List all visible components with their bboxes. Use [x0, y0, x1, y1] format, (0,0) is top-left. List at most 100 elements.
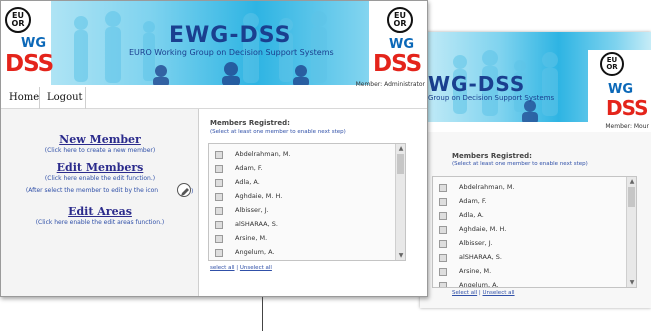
- select-all-link[interactable]: select all: [210, 265, 235, 271]
- unselect-all-link[interactable]: Unselect all: [483, 290, 515, 296]
- member-name: Arsine, M.: [235, 234, 268, 242]
- app-title: WG-DSS: [428, 72, 526, 96]
- logo-dss: DSS: [373, 51, 422, 77]
- nav-logout[interactable]: Logout: [47, 92, 83, 103]
- member-name: Albisser, J.: [459, 239, 493, 247]
- checkbox-icon[interactable]: [439, 184, 447, 192]
- secondary-window: WG-DSS Group on Decision Support Systems…: [420, 32, 651, 308]
- list-item[interactable]: Adla, A.: [209, 176, 395, 191]
- new-member-link[interactable]: New Member: [1, 133, 199, 146]
- logo: EU OR WG DSS: [588, 50, 651, 122]
- list-item[interactable]: Albisser, J.: [209, 204, 395, 219]
- member-name: Abdelrahman, M.: [235, 150, 291, 158]
- edit-members-hint: (Click here enable the edit function.): [44, 175, 156, 182]
- list-item[interactable]: Adla, A.: [433, 209, 619, 224]
- list-item[interactable]: Aghdaie, M. H.: [209, 190, 395, 205]
- list-item[interactable]: Arsine, M.: [433, 265, 619, 280]
- member-name: Adla, A.: [235, 178, 260, 186]
- member-name: alSHARAA, S.: [459, 253, 502, 261]
- member-name: alSHARAA, S.: [235, 220, 278, 228]
- scroll-down-icon[interactable]: ▼: [396, 251, 405, 260]
- checkbox-icon[interactable]: [215, 235, 223, 243]
- nav-home[interactable]: Home: [9, 92, 39, 103]
- list-item[interactable]: Angelum, A.: [209, 246, 395, 260]
- list-hint: (Select at least one member to enable ne…: [210, 129, 346, 135]
- checkbox-icon[interactable]: [439, 198, 447, 206]
- list-item[interactable]: Abdelrahman, M.: [209, 148, 395, 163]
- checkbox-icon[interactable]: [215, 151, 223, 159]
- edit-areas-link[interactable]: Edit Areas: [1, 205, 199, 218]
- new-member-hint: (Click here to create a new member): [44, 147, 156, 154]
- select-all-link[interactable]: Select all: [452, 290, 477, 296]
- edit-members-link[interactable]: Edit Members: [1, 161, 199, 174]
- edit-areas-hint: (Click here enable the edit areas functi…: [35, 219, 165, 226]
- list-item[interactable]: Albisser, J.: [433, 237, 619, 252]
- checkbox-icon[interactable]: [215, 179, 223, 187]
- checkbox-icon[interactable]: [439, 226, 447, 234]
- list-item[interactable]: alSHARAA, S.: [209, 218, 395, 233]
- app-subtitle: EURO Working Group on Decision Support S…: [129, 48, 334, 57]
- checkbox-icon[interactable]: [215, 193, 223, 201]
- list-title: Members Registred:: [452, 152, 532, 160]
- edit-pencil-icon: [177, 183, 191, 197]
- divider-line: [262, 297, 263, 331]
- member-name: Adam, F.: [235, 164, 263, 172]
- banner: WG-DSS Group on Decision Support Systems…: [420, 32, 651, 122]
- checkbox-icon[interactable]: [439, 254, 447, 262]
- scroll-down-icon[interactable]: ▼: [627, 278, 636, 287]
- checkbox-icon[interactable]: [439, 268, 447, 276]
- app-subtitle: Group on Decision Support Systems: [428, 94, 555, 102]
- list-item[interactable]: alSHARAA, S.: [433, 251, 619, 266]
- list-item[interactable]: Antoniakis, P.: [209, 260, 395, 261]
- checkbox-icon[interactable]: [215, 249, 223, 257]
- list-item[interactable]: Abdelrahman, M.: [433, 181, 619, 196]
- logo-wg: WG: [21, 36, 47, 51]
- euro-logo-icon: EU OR: [387, 7, 413, 33]
- checkbox-icon[interactable]: [215, 165, 223, 173]
- member-name: Aghdaie, M. H.: [459, 225, 507, 233]
- list-title: Members Registred:: [210, 119, 290, 127]
- unselect-all-link[interactable]: Unselect all: [240, 265, 272, 271]
- scroll-up-icon[interactable]: ▲: [396, 144, 405, 153]
- member-name: Albisser, J.: [235, 206, 269, 214]
- logo-wg: WG: [389, 37, 415, 52]
- checkbox-icon[interactable]: [439, 240, 447, 248]
- members-pane: Members Registred: (Select at least one …: [200, 109, 427, 296]
- selection-links: select all | Unselect all: [210, 265, 272, 271]
- member-name: Arsine, M.: [459, 267, 492, 275]
- scroll-up-icon[interactable]: ▲: [627, 177, 636, 186]
- members-list[interactable]: Abdelrahman, M. Adam, F. Adla, A. Aghdaie, …: [432, 176, 637, 288]
- checkbox-icon[interactable]: [215, 207, 223, 215]
- checkbox-icon[interactable]: [439, 282, 447, 287]
- edit-members-hint-2: (After select the member to edit by the …: [25, 187, 159, 194]
- nav-divider: [39, 87, 40, 109]
- nav-bar: Member: Administrator Home Logout: [1, 81, 427, 109]
- list-item[interactable]: Aghdaie, M. H.: [433, 223, 619, 238]
- scroll-thumb[interactable]: [397, 154, 404, 174]
- scrollbar[interactable]: ▲ ▼: [395, 144, 405, 260]
- member-name: Aghdaie, M. H.: [235, 192, 283, 200]
- list-item[interactable]: Arsine, M.: [209, 232, 395, 247]
- logo-wg: WG: [608, 82, 634, 97]
- members-list[interactable]: Abdelrahman, M. Adam, F. Adla, A. Aghdaie, …: [208, 143, 406, 261]
- list-item[interactable]: Angelum, A.: [433, 279, 619, 287]
- euro-logo-icon: EU OR: [600, 52, 624, 76]
- list-hint: (Select at least one member to enable ne…: [452, 161, 588, 167]
- logo-dss: DSS: [5, 51, 54, 77]
- logo-left: EU OR WG DSS: [1, 1, 54, 85]
- member-status: Member: Mour: [605, 123, 649, 130]
- list-item[interactable]: Adam, F.: [209, 162, 395, 177]
- logo-dss: DSS: [606, 96, 649, 120]
- main-window: EU OR WG DSS EWG-DSS EURO Working Group o…: [0, 0, 428, 297]
- selection-links: Select all | Unselect all: [452, 290, 515, 296]
- member-name: Angelum, A.: [235, 248, 275, 256]
- checkbox-icon[interactable]: [439, 212, 447, 220]
- member-name: Abdelrahman, M.: [459, 183, 515, 191]
- member-status: Member: Administrator: [355, 81, 425, 88]
- list-item[interactable]: Adam, F.: [433, 195, 619, 210]
- logo-right: EU OR WG DSS: [369, 1, 427, 85]
- scroll-thumb[interactable]: [628, 187, 635, 207]
- checkbox-icon[interactable]: [215, 221, 223, 229]
- banner: EU OR WG DSS EWG-DSS EURO Working Group o…: [1, 1, 427, 85]
- scrollbar[interactable]: ▲ ▼: [626, 177, 636, 287]
